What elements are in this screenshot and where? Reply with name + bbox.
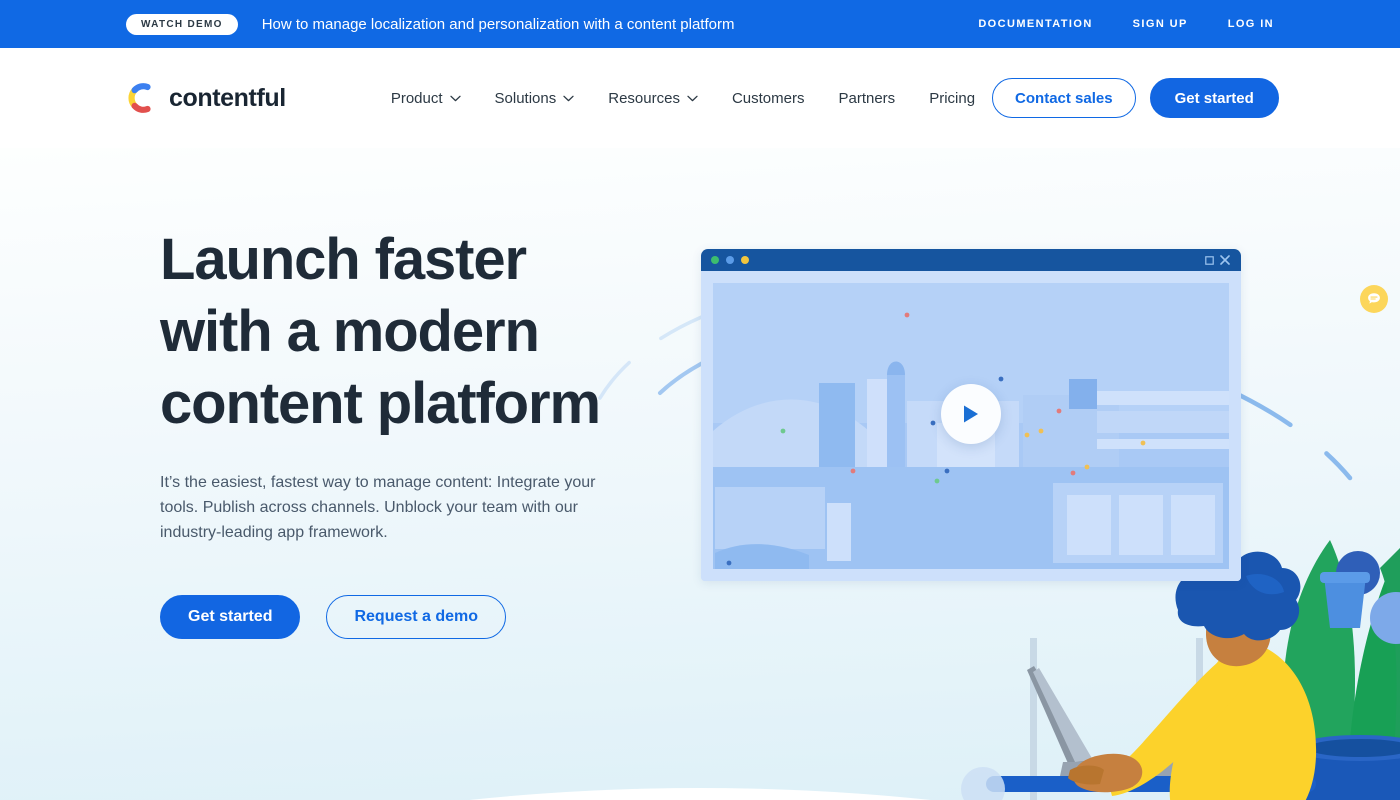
- watch-demo-badge[interactable]: WATCH DEMO: [126, 13, 238, 35]
- site-header: contentful Product Solutions Resources C…: [0, 48, 1400, 148]
- nav-item-product[interactable]: Product: [374, 82, 478, 115]
- nav-label-partners: Partners: [838, 89, 896, 107]
- hero-cta-group: Get started Request a demo: [160, 595, 630, 639]
- contact-sales-button[interactable]: Contact sales: [992, 78, 1136, 118]
- hero-title-line-1: Launch faster: [160, 227, 527, 292]
- video-window-body: [701, 271, 1241, 581]
- contentful-logo[interactable]: contentful: [126, 81, 286, 115]
- hero-title-line-2: with a modern: [160, 299, 540, 364]
- video-preview-window[interactable]: [701, 249, 1241, 581]
- chevron-down-icon: [449, 95, 461, 101]
- green-dot-icon[interactable]: [711, 256, 719, 264]
- window-controls: [1205, 249, 1230, 271]
- nav-item-customers[interactable]: Customers: [715, 82, 822, 115]
- contentful-logo-mark: [128, 83, 151, 113]
- chat-bubble-icon: [1368, 293, 1380, 304]
- nav-label-product: Product: [390, 89, 443, 107]
- hero-get-started-button[interactable]: Get started: [160, 595, 301, 639]
- maximize-icon[interactable]: [1205, 255, 1214, 265]
- hero-copy: Launch faster with a modern content plat…: [160, 224, 630, 639]
- hero-section: Launch faster with a modern content plat…: [0, 148, 1400, 800]
- nav-label-customers: Customers: [731, 89, 805, 107]
- play-button[interactable]: [941, 383, 1001, 444]
- nav-item-pricing[interactable]: Pricing: [912, 82, 992, 115]
- sign-up-link[interactable]: SIGN UP: [1133, 18, 1188, 30]
- header-get-started-button[interactable]: Get started: [1149, 78, 1279, 118]
- nav-item-solutions[interactable]: Solutions: [478, 82, 592, 115]
- close-icon[interactable]: [1220, 255, 1230, 265]
- person-illustration: [1068, 551, 1317, 800]
- play-icon: [964, 405, 978, 423]
- hero-title: Launch faster with a modern content plat…: [160, 224, 630, 440]
- main-navigation: Product Solutions Resources Customers Pa…: [374, 82, 992, 115]
- nav-label-resources: Resources: [608, 89, 680, 107]
- chevron-down-icon: [563, 95, 574, 101]
- nav-label-solutions: Solutions: [494, 89, 557, 107]
- log-in-link[interactable]: LOG IN: [1228, 18, 1274, 30]
- announcement-left-group: WATCH DEMO How to manage localization an…: [126, 13, 735, 35]
- hero-title-line-3: content platform: [160, 371, 601, 436]
- blue-dot-icon[interactable]: [726, 256, 734, 264]
- yellow-dot-icon[interactable]: [741, 256, 749, 264]
- header-actions: Contact sales Get started: [992, 78, 1279, 118]
- nav-label-pricing: Pricing: [929, 89, 976, 107]
- chat-widget-button[interactable]: [1360, 285, 1388, 313]
- video-window-titlebar: [701, 249, 1241, 271]
- announcement-links: DOCUMENTATION SIGN UP LOG IN: [978, 18, 1274, 30]
- hero-subtitle: It’s the easiest, fastest way to manage …: [160, 474, 596, 541]
- documentation-link[interactable]: DOCUMENTATION: [978, 18, 1092, 30]
- hero-request-demo-button[interactable]: Request a demo: [326, 595, 507, 639]
- nav-item-partners[interactable]: Partners: [821, 82, 912, 115]
- announcement-bar: WATCH DEMO How to manage localization an…: [0, 0, 1400, 48]
- contentful-logo-text: contentful: [169, 83, 286, 112]
- nav-item-resources[interactable]: Resources: [591, 82, 715, 115]
- announcement-message[interactable]: How to manage localization and personali…: [262, 16, 735, 33]
- chevron-down-icon: [687, 95, 698, 101]
- decorative-orb-lightblue: [961, 767, 1005, 800]
